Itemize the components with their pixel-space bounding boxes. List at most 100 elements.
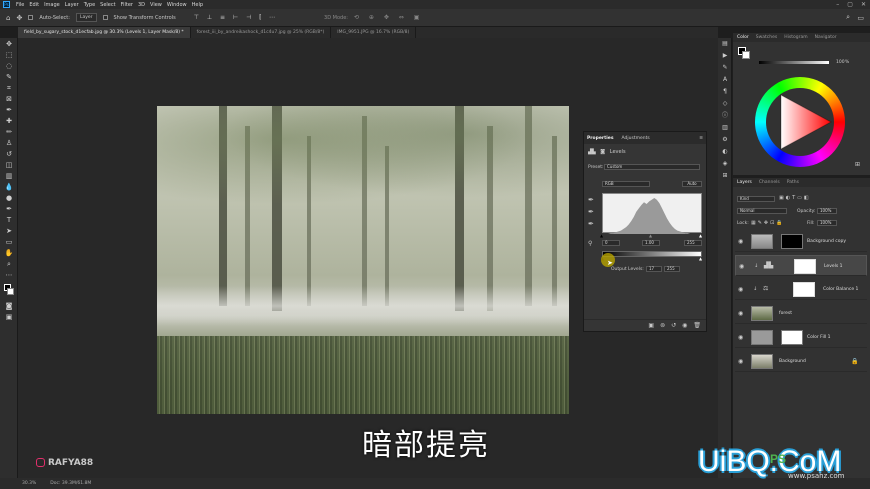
tab-img-document[interactable]: IMG_9951.JPG @ 16.7% (RGB/8) [331, 27, 417, 38]
channel-dropdown[interactable]: RGB [602, 181, 650, 187]
path-select-icon[interactable]: ➤ [4, 227, 14, 235]
mask-thumbnail[interactable] [781, 330, 803, 345]
filter-icons[interactable]: ▣◐T▭◧ [779, 195, 811, 201]
workspace-icon[interactable]: ▭ [857, 14, 864, 22]
eye-icon[interactable]: ◉ [738, 310, 743, 317]
layer-name[interactable]: Background [779, 359, 806, 364]
3d-mode-icons[interactable]: ⟲ ⊕ ✥ ⇔ ▣ [354, 14, 423, 21]
lock-icons[interactable]: ▦✎✥⊡🔒 [751, 220, 785, 226]
home-icon[interactable]: ⌂ [6, 14, 10, 22]
menu-edit[interactable]: Edit [29, 2, 39, 8]
black-eyedropper-icon[interactable]: ✒ [588, 196, 594, 204]
eye-icon[interactable]: ◉ [738, 286, 743, 293]
menu-window[interactable]: Window [167, 2, 187, 8]
menu-filter[interactable]: Filter [121, 2, 133, 8]
menu-view[interactable]: View [150, 2, 162, 8]
output-black-field[interactable]: 17 [646, 266, 662, 272]
panel-menu-icon[interactable]: ≡ [699, 136, 703, 141]
tab-field-document[interactable]: field_by_sugary_stock_d1ecfab.jpg @ 30.3… [18, 27, 191, 38]
mask-thumbnail[interactable] [794, 259, 816, 274]
search-icon[interactable]: ⌕ [846, 13, 850, 22]
menu-select[interactable]: Select [100, 2, 115, 8]
align-icons[interactable]: ⊤ ⊥ ≡ ⊢ ⊣ ⫿ ⋯ [194, 14, 278, 22]
menu-type[interactable]: Type [84, 2, 95, 8]
auto-select-checkbox[interactable] [28, 15, 34, 20]
pen-tool-icon[interactable]: ✒ [4, 205, 14, 213]
timeline-icon[interactable]: ⊞ [721, 172, 729, 180]
layer-name[interactable]: Color Fill 1 [807, 335, 830, 340]
layer-filter-dropdown[interactable]: Kind [737, 196, 775, 202]
hand-tool-icon[interactable]: ✋ [4, 249, 14, 257]
blur-tool-icon[interactable]: 💧 [4, 183, 14, 191]
dodge-tool-icon[interactable]: ● [4, 194, 14, 202]
gray-eyedropper-icon[interactable]: ✒ [588, 208, 594, 216]
eye-icon[interactable]: ◉ [739, 263, 744, 270]
fill-field[interactable]: 100% [817, 220, 837, 226]
healing-brush-icon[interactable]: ✚ [4, 117, 14, 125]
frame-tool-icon[interactable]: ⊠ [4, 95, 14, 103]
transform-controls-checkbox[interactable] [102, 15, 108, 20]
history-icon[interactable]: ▤ [721, 40, 729, 48]
tab-adjustments[interactable]: Adjustments [622, 136, 650, 141]
reset-icon[interactable]: ↺ [671, 322, 676, 329]
menu-file[interactable]: File [16, 2, 24, 8]
document-image[interactable] [157, 106, 569, 414]
crop-tool-icon[interactable]: ⌗ [4, 84, 14, 92]
layer-row[interactable]: ◉ Background 🔒 [735, 351, 867, 372]
eye-icon[interactable]: ◉ [738, 334, 743, 341]
layer-row[interactable]: ◉ ↓ ⚖ Color Balance 1 [735, 279, 867, 300]
tab-paths[interactable]: Paths [787, 180, 799, 185]
menu-help[interactable]: Help [192, 2, 203, 8]
tab-navigator[interactable]: Navigator [815, 35, 837, 40]
layer-row[interactable]: ◉ forest [735, 303, 867, 324]
gradient-tool-icon[interactable]: ▥ [4, 172, 14, 180]
libraries-icon[interactable]: ▥ [721, 124, 729, 132]
tab-color[interactable]: Color [737, 35, 749, 40]
marquee-tool-icon[interactable]: ⬚ [4, 51, 14, 59]
brush-tool-icon[interactable]: ✏ [4, 128, 14, 136]
input-mid-field[interactable]: 1.00 [642, 240, 660, 246]
brightness-value[interactable]: 100 [836, 60, 845, 65]
input-black-field[interactable]: 0 [602, 240, 620, 246]
glyphs-icon[interactable]: ◇ [721, 100, 729, 108]
properties-icon[interactable]: ⚙ [721, 136, 729, 144]
history-brush-icon[interactable]: ↺ [4, 150, 14, 158]
screen-mode-icon[interactable]: ▣ [4, 313, 14, 321]
layer-row[interactable]: ◉ Color Fill 1 [735, 327, 867, 348]
more-tools-icon[interactable]: ⋯ [4, 271, 14, 279]
styles-icon[interactable]: ◈ [721, 160, 729, 168]
close-icon[interactable]: ✕ [861, 1, 866, 8]
clone-stamp-icon[interactable]: ♙ [4, 139, 14, 147]
layer-row[interactable]: ◉ Background copy [735, 231, 867, 252]
input-mid-handle[interactable]: ▲ [649, 233, 652, 238]
move-tool-icon[interactable]: ✥ [16, 14, 22, 22]
delete-icon[interactable]: 🗑 [693, 322, 701, 329]
input-black-handle[interactable]: ▲ [600, 233, 603, 238]
tab-forest-document[interactable]: forest_iii_by_andreikashock_d1c4u7.jpg @… [191, 27, 332, 38]
lasso-tool-icon[interactable]: ◌ [4, 62, 14, 70]
tab-histogram[interactable]: Histogram [784, 35, 807, 40]
tab-layers[interactable]: Layers [737, 180, 752, 185]
color-swatches-icon[interactable] [4, 284, 14, 298]
actions-icon[interactable]: ▶ [721, 52, 729, 60]
tab-swatches[interactable]: Swatches [756, 35, 778, 40]
zoom-level[interactable]: 30.3% [22, 481, 36, 486]
brush-panel-icon[interactable]: ✎ [721, 64, 729, 72]
mask-thumbnail[interactable] [781, 234, 803, 249]
clip-to-layer-icon[interactable]: ▣ [648, 322, 654, 329]
mask-icon[interactable]: ◙ [600, 149, 605, 155]
tab-properties[interactable]: Properties [587, 136, 614, 141]
doc-size[interactable]: Doc: 39.3M/61.8M [50, 481, 91, 486]
layer-name[interactable]: forest [779, 311, 792, 316]
quick-mask-icon[interactable]: ◙ [4, 302, 14, 310]
adjustments-icon[interactable]: ◐ [721, 148, 729, 156]
layer-row-selected[interactable]: ◉ ↓ ▟▙ Levels 1 [735, 255, 867, 276]
eye-icon[interactable]: ◉ [738, 238, 743, 245]
quick-select-icon[interactable]: ✎ [4, 73, 14, 81]
zoom-tool-icon[interactable]: ⌕ [4, 260, 14, 268]
mask-thumbnail[interactable] [793, 282, 815, 297]
info-icon[interactable]: ⓘ [721, 112, 729, 120]
layer-name[interactable]: Color Balance 1 [823, 287, 858, 292]
output-white-field[interactable]: 255 [664, 266, 680, 272]
paragraph-icon[interactable]: ¶ [721, 88, 729, 96]
